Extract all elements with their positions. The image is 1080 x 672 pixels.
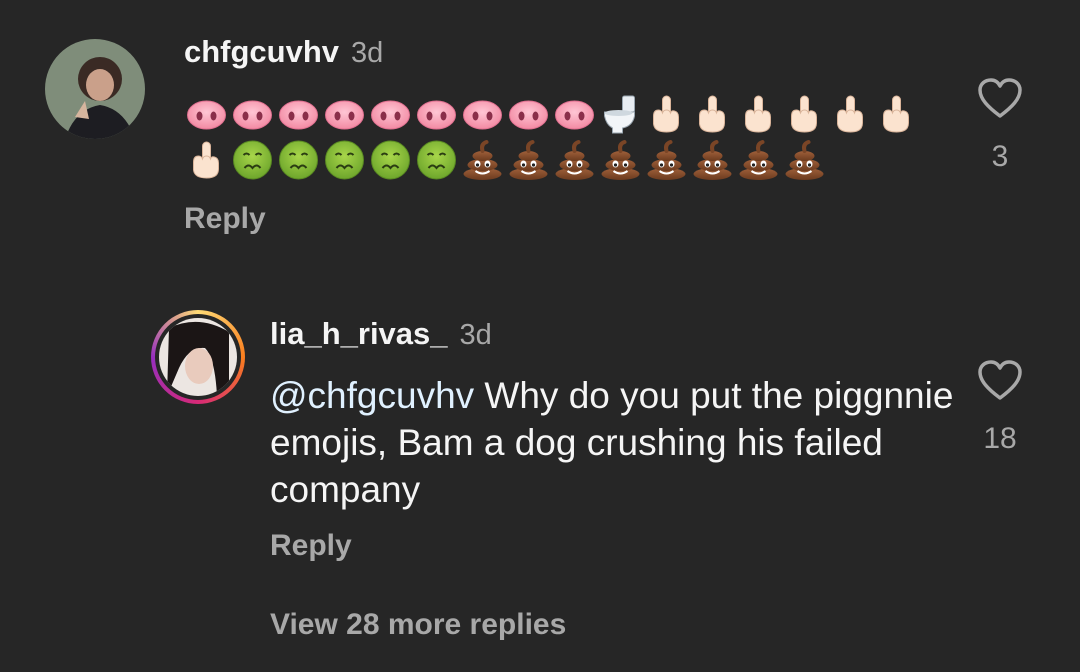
timestamp: 3d bbox=[351, 37, 384, 69]
like-count: 3 bbox=[991, 140, 1009, 173]
like-count: 18 bbox=[983, 422, 1017, 455]
heart-icon[interactable] bbox=[976, 358, 1024, 402]
pig-nose-emoji bbox=[276, 92, 321, 136]
pig-nose-emoji bbox=[460, 92, 505, 136]
pile-of-poo-emoji bbox=[598, 138, 643, 182]
pile-of-poo-emoji bbox=[644, 138, 689, 182]
avatar-photo-icon bbox=[45, 39, 145, 139]
username[interactable]: chfgcuvhv bbox=[184, 34, 339, 69]
pile-of-poo-emoji bbox=[460, 138, 505, 182]
pile-of-poo-emoji bbox=[552, 138, 597, 182]
mention-link[interactable]: @chfgcuvhv bbox=[270, 375, 474, 416]
pile-of-poo-emoji bbox=[506, 138, 551, 182]
avatar-story-ring[interactable] bbox=[151, 310, 245, 404]
pile-of-poo-emoji bbox=[736, 138, 781, 182]
timestamp: 3d bbox=[459, 319, 492, 351]
pig-nose-emoji bbox=[368, 92, 413, 136]
toilet-emoji bbox=[598, 92, 643, 136]
nauseated-face-emoji bbox=[230, 138, 275, 182]
nauseated-face-emoji bbox=[322, 138, 367, 182]
middle-finger-emoji bbox=[782, 92, 827, 136]
avatar-chfgcuvhv[interactable] bbox=[45, 39, 145, 139]
nauseated-face-emoji bbox=[368, 138, 413, 182]
pile-of-poo-emoji bbox=[782, 138, 827, 182]
nauseated-face-emoji bbox=[414, 138, 459, 182]
heart-icon[interactable] bbox=[976, 76, 1024, 120]
avatar-photo-icon bbox=[159, 318, 237, 396]
pig-nose-emoji bbox=[230, 92, 275, 136]
pig-nose-emoji bbox=[184, 92, 229, 136]
middle-finger-emoji bbox=[690, 92, 735, 136]
reply-button[interactable]: Reply bbox=[270, 529, 352, 563]
like-column: 3 bbox=[970, 76, 1030, 174]
pig-nose-emoji bbox=[414, 92, 459, 136]
view-more-replies-button[interactable]: View 28 more replies bbox=[270, 608, 566, 642]
emoji-row-2 bbox=[184, 138, 827, 182]
comment-chfgcuvhv: chfgcuvhv 3d Reply 3 bbox=[0, 0, 1080, 260]
reply-button[interactable]: Reply bbox=[184, 202, 266, 236]
username[interactable]: lia_h_rivas_ bbox=[270, 316, 448, 351]
middle-finger-emoji bbox=[874, 92, 919, 136]
middle-finger-emoji bbox=[828, 92, 873, 136]
comment-text: @chfgcuvhv Why do you put the piggnnie e… bbox=[270, 372, 970, 513]
comment-header: chfgcuvhv 3d bbox=[184, 34, 383, 70]
middle-finger-emoji bbox=[184, 138, 229, 182]
like-column: 18 bbox=[970, 358, 1030, 456]
nauseated-face-emoji bbox=[276, 138, 321, 182]
pig-nose-emoji bbox=[322, 92, 367, 136]
emoji-row-1 bbox=[184, 92, 919, 136]
pig-nose-emoji bbox=[506, 92, 551, 136]
pig-nose-emoji bbox=[552, 92, 597, 136]
middle-finger-emoji bbox=[736, 92, 781, 136]
pile-of-poo-emoji bbox=[690, 138, 735, 182]
comment-header: lia_h_rivas_ 3d bbox=[270, 316, 492, 352]
middle-finger-emoji bbox=[644, 92, 689, 136]
